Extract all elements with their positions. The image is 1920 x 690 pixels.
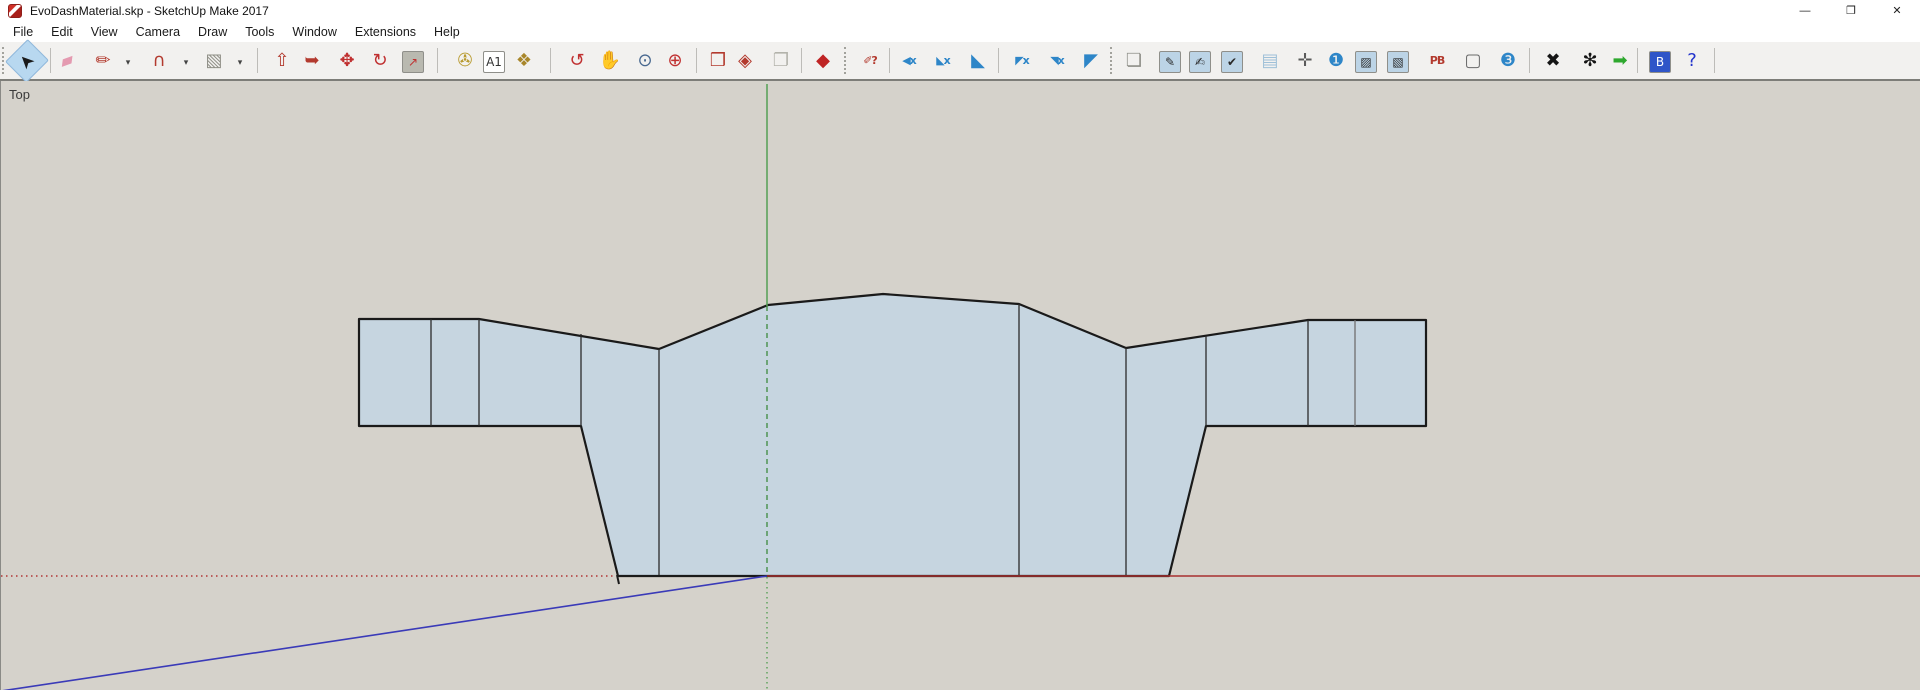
blue-b-tool[interactable]: B [1649, 51, 1671, 73]
blue-dish-tool-a[interactable]: ▨ [1355, 51, 1377, 73]
toolbar-separator [696, 48, 697, 73]
red-tool-question-tool[interactable]: ✐? [855, 45, 885, 77]
rotate-tool[interactable]: ↻ [365, 45, 395, 77]
blue-axis [2, 575, 768, 690]
blue-tray-figure-tool[interactable]: ✍ [1189, 51, 1211, 73]
restore-button[interactable]: ❐ [1828, 0, 1874, 22]
red-gem-clock-tool[interactable]: ◈ [730, 45, 760, 77]
menu-window[interactable]: Window [283, 22, 345, 42]
shapes-tool[interactable]: ▧ [199, 45, 229, 77]
toolbar-separator [1637, 48, 1638, 73]
menu-draw[interactable]: Draw [189, 22, 236, 42]
model-face[interactable] [357, 292, 1428, 578]
blue-plain-quad-tool[interactable]: ◤ [1076, 45, 1106, 77]
blue-dish-tool-b[interactable]: ▧ [1387, 51, 1409, 73]
red-gem-tool[interactable]: ◆ [808, 45, 838, 77]
zoom-extents-tool[interactable]: ⊕ [660, 45, 690, 77]
toolbar-separator [550, 48, 551, 73]
blue-book-tool[interactable]: ▤ [1255, 45, 1285, 77]
window-controls: — ❐ ✕ [1782, 0, 1920, 22]
red-chip-pb-tool[interactable]: PB [1422, 45, 1452, 77]
push-pull-tool[interactable]: ⇧ [267, 45, 297, 77]
black-x-tool[interactable]: ✖ [1538, 45, 1568, 77]
window-title: EvoDashMaterial.skp - SketchUp Make 2017 [30, 4, 269, 18]
gray-page-tool-disabled[interactable]: ❐ [766, 45, 796, 77]
menu-help[interactable]: Help [425, 22, 469, 42]
pan-tool[interactable]: ✋ [595, 45, 625, 77]
arc-tool[interactable]: ∩ [144, 45, 174, 77]
blue-x-tool[interactable]: ◥x [1042, 45, 1072, 77]
menu-tools[interactable]: Tools [236, 22, 283, 42]
blue-cube-numbers-tool[interactable]: ❸ [1493, 45, 1523, 77]
menu-edit[interactable]: Edit [42, 22, 82, 42]
scale-tool[interactable]: ↗ [402, 51, 424, 73]
arc-tool-dropdown[interactable]: ▾ [180, 56, 192, 68]
blue-arrow-x-tool[interactable]: ◀x [894, 45, 924, 77]
close-button[interactable]: ✕ [1874, 0, 1920, 22]
line-tool-dropdown[interactable]: ▾ [122, 56, 134, 68]
blue-tray-pencil-tool[interactable]: ✎ [1159, 51, 1181, 73]
blue-tile-check-tool[interactable]: ✔ [1221, 51, 1243, 73]
title-bar: EvoDashMaterial.skp - SketchUp Make 2017… [0, 0, 1920, 22]
eraser-tool[interactable]: ▰ [47, 41, 86, 81]
folder-tool[interactable]: ❏ [1119, 45, 1149, 77]
tape-measure-tool[interactable]: ✇ [450, 45, 480, 77]
line-tool[interactable]: ✏ [88, 45, 118, 77]
menu-extensions[interactable]: Extensions [346, 22, 425, 42]
shapes-tool-dropdown[interactable]: ▾ [234, 56, 246, 68]
orbit-tool[interactable]: ↺ [562, 45, 592, 77]
app-icon[interactable] [8, 4, 22, 18]
follow-me-tool[interactable]: ➥ [297, 45, 327, 77]
blue-quad-tool[interactable]: ◣ [963, 45, 993, 77]
menu-file[interactable]: File [4, 22, 42, 42]
zoom-tool[interactable]: ⊙ [630, 45, 660, 77]
toolbar-grip [2, 47, 4, 74]
toolbar-separator [1529, 48, 1530, 73]
toolbar-separator [801, 48, 802, 73]
toolbar-separator [889, 48, 890, 73]
view-label: Top [9, 87, 30, 102]
text-tool[interactable]: A1 [483, 51, 505, 73]
blue-quad-x-tool[interactable]: ◣x [928, 45, 958, 77]
asterisk-compress-tool[interactable]: ✻ [1575, 45, 1605, 77]
toolbar-grip [1110, 47, 1112, 74]
paint-bucket-tool[interactable]: ❖ [509, 45, 539, 77]
green-arrow-tool[interactable]: ➡ [1605, 45, 1635, 77]
move-tool[interactable]: ✥ [332, 45, 362, 77]
red-box-arrow-tool[interactable]: ❒ [703, 45, 733, 77]
toolbar-separator [437, 48, 438, 73]
selection-rect-tool[interactable]: ▢ [1458, 45, 1488, 77]
minimize-button[interactable]: — [1782, 0, 1828, 22]
toolbar-grip [844, 47, 846, 74]
crosshair-tool[interactable]: ✛ [1290, 45, 1320, 77]
viewport[interactable]: Top [0, 81, 1920, 690]
model-canvas [1, 84, 1920, 690]
menu-camera[interactable]: Camera [127, 22, 189, 42]
menu-bar: File Edit View Camera Draw Tools Window … [0, 22, 1920, 42]
blue-cursor-x-tool[interactable]: ◤x [1007, 45, 1037, 77]
blue-wedge-one-tool[interactable]: ❶ [1321, 45, 1351, 77]
select-tool[interactable]: ➤ [5, 39, 49, 83]
toolbar: ➤ ▰ ✏ ▾ ∩ ▾ ▧ ▾ ⇧ ➥ ✥ ↻ ↗ ✇ A1 ❖ ↺ ✋ ⊙ ⊕ ❒ ◈ ❐ ◆ ✐? ◀x ◣x ◣ ◤x ◥x ◤ ❏ ✎ ✍… [0, 39, 1920, 83]
toolbar-separator [998, 48, 999, 73]
help-tool[interactable]: ? [1677, 45, 1707, 77]
toolbar-separator [257, 48, 258, 73]
toolbar-separator [1714, 48, 1715, 73]
menu-view[interactable]: View [82, 22, 127, 42]
